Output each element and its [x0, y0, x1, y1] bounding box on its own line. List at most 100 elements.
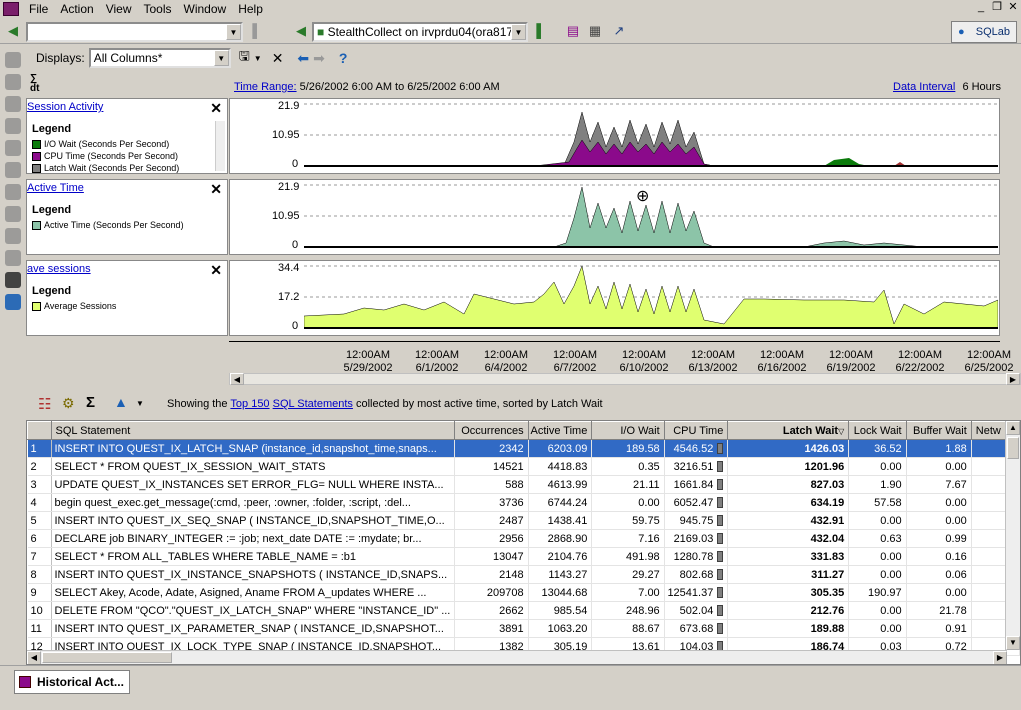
sidebar-users-icon[interactable]	[5, 74, 21, 90]
settings-icon[interactable]: ⚙	[62, 395, 75, 412]
sidebar-sessions-icon[interactable]	[5, 52, 21, 68]
table-row[interactable]: 7 SELECT * FROM ALL_TABLES WHERE TABLE_NA…	[27, 547, 1020, 566]
menu-action[interactable]: Action	[54, 2, 99, 16]
col-index[interactable]	[27, 421, 52, 440]
table-row[interactable]: 5 INSERT INTO QUEST_IX_SEQ_SNAP ( INSTANC…	[27, 511, 1020, 530]
print-icon[interactable]	[5, 272, 21, 288]
col-active-time[interactable]: Active Time	[527, 421, 593, 440]
menu-tools[interactable]: Tools	[138, 2, 178, 16]
scroll-right-icon[interactable]: ▶	[1006, 373, 1020, 385]
grid-vscrollbar[interactable]: ▲ ▼	[1005, 421, 1020, 650]
displays-combo[interactable]: All Columns* ▼	[88, 48, 231, 68]
sidebar-transfer-icon[interactable]	[5, 184, 21, 200]
scroll-thumb[interactable]	[1007, 437, 1019, 459]
col-lock-wait[interactable]: Lock Wait	[848, 421, 907, 440]
chevron-down-icon[interactable]: ▼	[254, 54, 262, 63]
document-icon[interactable]: ▦	[586, 22, 604, 40]
sidebar-globe-icon[interactable]	[5, 206, 21, 222]
ave-sessions-chart[interactable]: 34.4 17.2 0	[229, 260, 1000, 336]
menu-help[interactable]: Help	[232, 2, 269, 16]
forward-arrow-icon[interactable]: ➡	[313, 50, 325, 67]
sidebar-waits-icon[interactable]	[5, 96, 21, 112]
table-row[interactable]: 8 INSERT INTO QUEST_IX_INSTANCE_SNAPSHOTS…	[27, 565, 1020, 584]
top-count-link[interactable]: Top 150	[230, 398, 269, 410]
latch-wait-cell: 432.91	[727, 511, 850, 530]
table-row[interactable]: 4 begin quest_exec.get_message(:cmd, :pee…	[27, 493, 1020, 512]
table-row[interactable]: 10 DELETE FROM "QCO"."QUEST_IX_LATCH_SNAP…	[27, 601, 1020, 620]
close-icon[interactable]: ✕	[210, 262, 222, 279]
scroll-right-icon[interactable]: ▶	[993, 651, 1007, 664]
legend-scrollbar[interactable]	[215, 121, 225, 171]
session-activity-chart[interactable]: 21.9 10.95 0	[229, 98, 1000, 174]
col-io-wait[interactable]: I/O Wait	[591, 421, 665, 440]
panel-ave-sessions: ave sessions ✕ Legend Average Sessions	[26, 260, 228, 336]
filter-icon[interactable]: ☷	[38, 395, 51, 413]
scroll-left-icon[interactable]: ◀	[230, 373, 244, 385]
chart-icon[interactable]: ↗	[610, 22, 628, 40]
menu-file[interactable]: File	[23, 2, 54, 16]
time-range-link[interactable]: Time Range:	[234, 81, 297, 93]
delta-time-icon[interactable]: ∑ dt	[30, 74, 39, 94]
sql-statements-link[interactable]: SQL Statements	[273, 398, 353, 410]
displays-label: Displays:	[36, 51, 85, 65]
close-window-icon[interactable]: ✕	[1006, 1, 1020, 15]
grid-hscrollbar[interactable]: ◀ ▶	[27, 650, 1007, 664]
chevron-down-icon[interactable]: ▼	[213, 50, 229, 66]
panel-title[interactable]: ave sessions	[27, 263, 91, 275]
report-icon[interactable]: ▤	[564, 22, 582, 40]
col-occurrences[interactable]: Occurrences	[454, 421, 529, 440]
col-buffer-wait[interactable]: Buffer Wait	[905, 421, 972, 440]
object-combo[interactable]: ▼	[26, 22, 243, 42]
scroll-down-icon[interactable]: ▼	[1006, 636, 1020, 650]
table-row[interactable]: 2 SELECT * FROM QUEST_IX_SESSION_WAIT_STA…	[27, 457, 1020, 476]
back-arrow-icon[interactable]: ⬅	[297, 50, 309, 67]
scroll-left-icon[interactable]: ◀	[27, 651, 41, 664]
connect-icon[interactable]: ◀	[4, 22, 22, 40]
sidebar-io-icon[interactable]	[5, 140, 21, 156]
y-min-label: 0	[292, 158, 299, 170]
chart-type-icon[interactable]: ▲	[114, 394, 128, 410]
table-row[interactable]: 9 SELECT Akey, Acode, Adate, Asigned, Ana…	[27, 583, 1020, 602]
col-latch-wait[interactable]: Latch Wait▽	[727, 421, 850, 440]
close-icon[interactable]: ✕	[210, 181, 222, 198]
table-row[interactable]: 11 INSERT INTO QUEST_IX_PARAMETER_SNAP ( …	[27, 619, 1020, 638]
sidebar-lock-icon[interactable]	[5, 250, 21, 266]
chevron-down-icon[interactable]: ▼	[136, 399, 144, 408]
col-sql-statement[interactable]: SQL Statement	[50, 421, 456, 440]
panel-title[interactable]: Session Activity	[27, 101, 103, 113]
sidebar-sql-icon[interactable]	[5, 162, 21, 178]
sum-icon[interactable]: Σ	[86, 394, 95, 411]
connection-combo[interactable]: ■ StealthCollect on irvprdu04(ora817) ▼	[312, 22, 528, 42]
sql-cell: DELETE FROM "QCO"."QUEST_IX_LATCH_SNAP" …	[51, 601, 456, 620]
minimize-icon[interactable]: _	[974, 1, 988, 15]
start-collect-icon[interactable]: ◀	[292, 22, 310, 40]
sidebar-tools-icon[interactable]	[5, 228, 21, 244]
save-icon[interactable]: 🖫	[239, 47, 250, 69]
active-time-chart[interactable]: 21.9 10.95 0 ⊕	[229, 179, 1000, 255]
io-wait-cell: 29.27	[591, 565, 665, 584]
tab-historical-activity[interactable]: Historical Act...	[14, 670, 130, 694]
col-cpu-time[interactable]: CPU Time	[663, 421, 729, 440]
timeline-scrollbar[interactable]: ◀ ▶	[229, 373, 1021, 385]
chevron-down-icon[interactable]: ▼	[511, 24, 526, 40]
data-interval-link[interactable]: Data Interval	[893, 81, 955, 93]
scroll-thumb[interactable]	[42, 652, 172, 663]
sql-cell: INSERT INTO QUEST_IX_INSTANCE_SNAPSHOTS …	[51, 565, 456, 584]
chevron-down-icon[interactable]: ▼	[226, 24, 241, 40]
panel-title[interactable]: Active Time	[27, 182, 84, 194]
table-row[interactable]: 6 DECLARE job BINARY_INTEGER := :job; nex…	[27, 529, 1020, 548]
close-icon[interactable]: ✕	[210, 100, 222, 117]
sidebar-locks-icon[interactable]	[5, 118, 21, 134]
scroll-up-icon[interactable]: ▲	[1006, 421, 1020, 435]
timeline-tick: 12:00AM 6/22/2002	[895, 349, 945, 374]
help-icon[interactable]: ?	[339, 50, 348, 66]
stop-collect-icon[interactable]: ▌	[532, 22, 550, 40]
latch-wait-cell: 634.19	[727, 493, 850, 512]
menu-window[interactable]: Window	[178, 2, 233, 16]
delete-icon[interactable]: ✕	[272, 50, 284, 67]
exit-icon[interactable]	[5, 294, 21, 310]
menu-view[interactable]: View	[100, 2, 138, 16]
restore-icon[interactable]: ❐	[990, 1, 1004, 15]
table-row[interactable]: 3 UPDATE QUEST_IX_INSTANCES SET ERROR_FLG…	[27, 475, 1020, 494]
table-row[interactable]: 1 INSERT INTO QUEST_IX_LATCH_SNAP (instan…	[27, 439, 1020, 458]
